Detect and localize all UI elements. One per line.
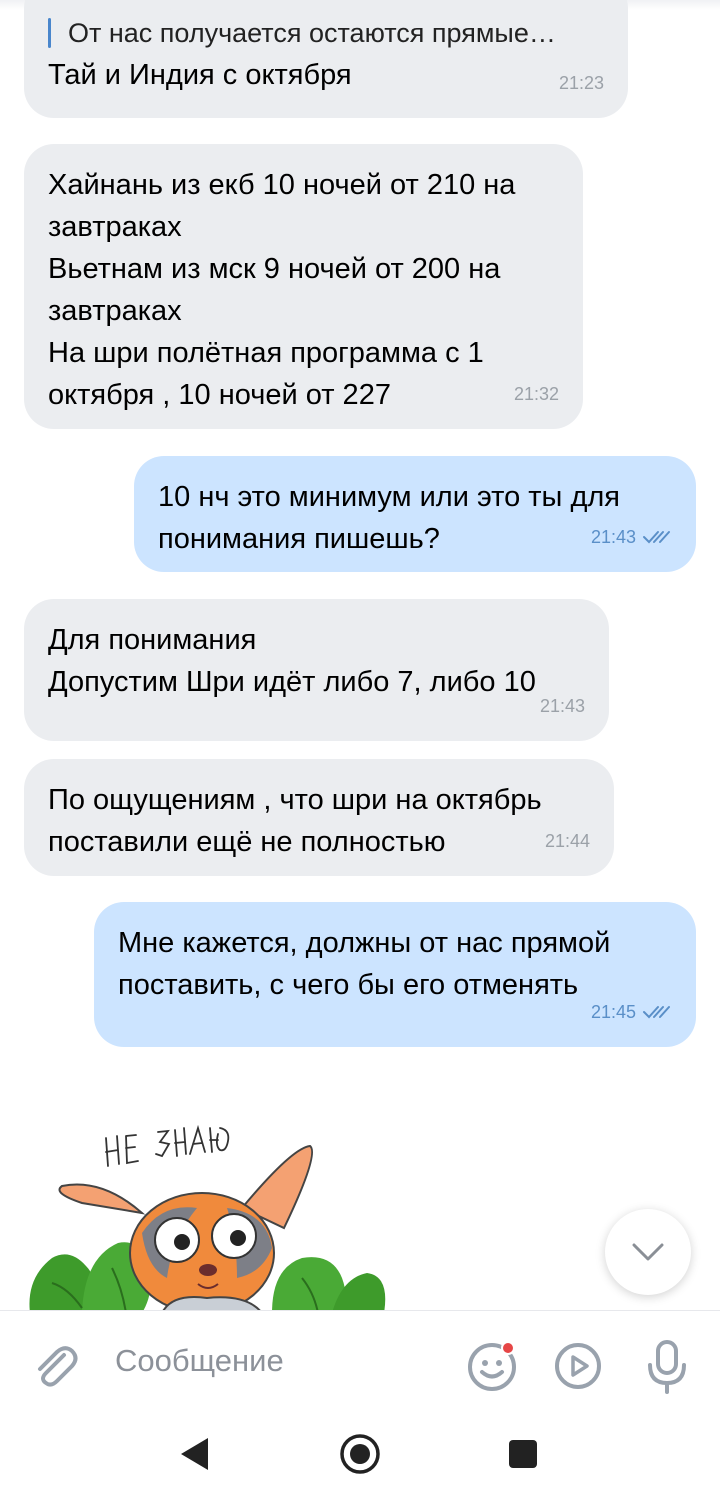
video-message-icon[interactable] [553, 1341, 603, 1391]
message-time: 21:43 [539, 696, 585, 716]
message-time: 21:23 [558, 73, 604, 93]
message-text: Хайнань из екб 10 ночей от 210 на завтра… [48, 169, 516, 411]
message-bubble-incoming[interactable]: Хайнань из екб 10 ночей от 210 на завтра… [24, 144, 583, 429]
message-meta: 21:32 [514, 373, 559, 415]
message-meta: 21:23 [559, 62, 604, 104]
message-time: 21:32 [513, 384, 559, 404]
chihuahua-sticker[interactable] [22, 1108, 422, 1310]
message-text: Для понимания Допустим Шри идёт либо 7, … [48, 624, 536, 698]
message-text: Тай и Индия с октября [48, 59, 352, 91]
home-circle-icon[interactable] [338, 1432, 382, 1476]
paperclip-icon[interactable] [30, 1341, 80, 1391]
message-meta: 21:45 [591, 991, 672, 1033]
double-check-icon [643, 531, 670, 544]
message-bubble-incoming[interactable]: По ощущениям , что шри на октябрь постав… [24, 759, 614, 876]
message-bubble-incoming[interactable]: Для понимания Допустим Шри идёт либо 7, … [24, 599, 609, 741]
double-check-icon [643, 1006, 670, 1019]
smile-icon[interactable] [466, 1339, 520, 1393]
sticker-caption-lettering [105, 1124, 230, 1167]
scroll-down-button[interactable] [605, 1209, 691, 1295]
message-time: 21:45 [590, 1002, 636, 1022]
message-bubble-outgoing[interactable]: 10 нч это минимум или это ты для пониман… [134, 456, 696, 572]
message-text: Мне кажется, должны от нас прямой постав… [118, 927, 611, 1001]
message-composer: Сообщение [0, 1310, 720, 1415]
system-navigation-bar [0, 1414, 720, 1501]
message-meta: 21:44 [545, 820, 590, 862]
microphone-icon[interactable] [645, 1339, 689, 1395]
message-meta: 21:43 [540, 685, 585, 727]
message-text: По ощущениям , что шри на октябрь постав… [48, 784, 542, 858]
message-list[interactable]: От нас получается остаются прямые… Тай и… [0, 0, 720, 1310]
reply-quote[interactable]: От нас получается остаются прямые… [48, 14, 604, 52]
message-meta: 21:43 [591, 516, 672, 558]
message-input[interactable]: Сообщение [115, 1343, 284, 1379]
message-bubble-outgoing[interactable]: Мне кажется, должны от нас прямой постав… [94, 902, 696, 1047]
chevron-down-icon [632, 1243, 664, 1261]
recent-square-icon[interactable] [507, 1438, 539, 1470]
back-triangle-icon[interactable] [178, 1436, 210, 1472]
message-time: 21:43 [590, 527, 636, 547]
message-bubble-incoming[interactable]: От нас получается остаются прямые… Тай и… [24, 0, 628, 118]
message-time: 21:44 [544, 831, 590, 851]
notification-dot [501, 1341, 515, 1355]
